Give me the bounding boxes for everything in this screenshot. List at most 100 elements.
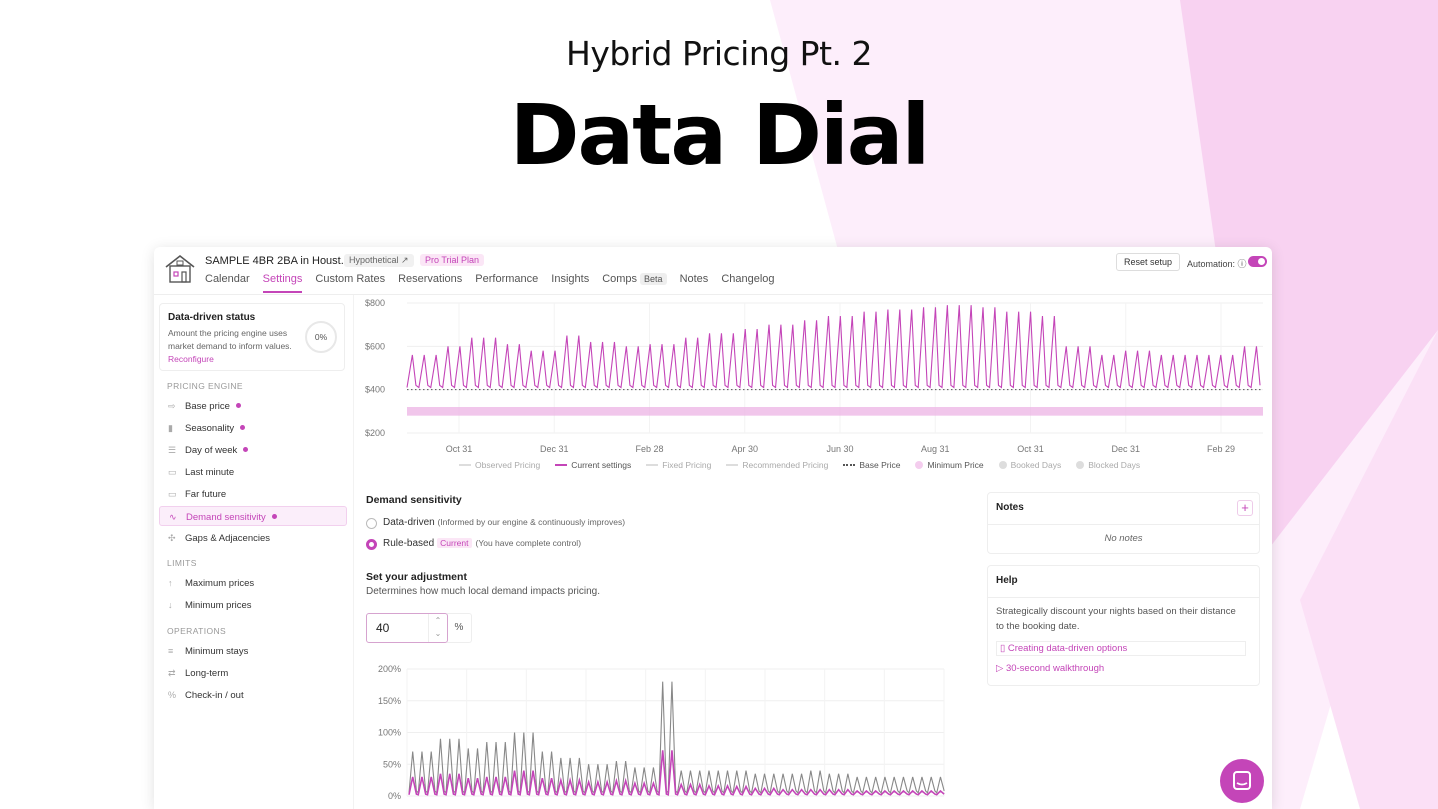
x-tick-label: Feb 29 — [1207, 444, 1235, 454]
data-dial: 0% — [305, 321, 337, 353]
data-driven-option[interactable]: Data-driven (Informed by our engine & co… — [383, 517, 625, 528]
tab-changelog[interactable]: Changelog — [721, 273, 774, 293]
legend-item-minimum-price[interactable]: Minimum Price — [915, 460, 984, 470]
minimum-price-band — [407, 407, 1263, 416]
sidebar-item-gaps-adjacencies[interactable]: ✣ Gaps & Adjacencies — [159, 528, 347, 548]
legend-item-recommended-pricing[interactable]: Recommended Pricing — [726, 460, 828, 470]
sidebar-item-label: Last minute — [185, 467, 235, 478]
reset-setup-button[interactable]: Reset setup — [1116, 253, 1181, 271]
tab-calendar[interactable]: Calendar — [205, 273, 250, 293]
arrow-down-icon: ↓ — [168, 600, 173, 610]
sidebar-item-minimum-stays[interactable]: ≡ Minimum stays — [159, 641, 347, 661]
legend-item-fixed-pricing[interactable]: Fixed Pricing — [646, 460, 711, 470]
y-tick-label: 150% — [378, 696, 401, 706]
x-tick-label: Dec 31 — [1111, 444, 1140, 454]
sidebar-item-long-term[interactable]: ⇄ Long-term — [159, 663, 347, 683]
main-tabs: Calendar Settings Custom Rates Reservati… — [205, 273, 788, 293]
rule-based-option[interactable]: Rule-based Current (You have complete cont… — [383, 538, 581, 549]
x-tick-label: Dec 31 — [540, 444, 569, 454]
sidebar-item-label: Demand sensitivity — [186, 512, 277, 523]
sidebar-item-label: Minimum stays — [185, 646, 249, 657]
play-icon: ▷ — [996, 663, 1004, 674]
chevron-up-icon[interactable]: ⌃ — [429, 614, 447, 627]
legend-swatch — [998, 461, 1007, 469]
sidebar-item-far-future[interactable]: ▭ Far future — [159, 484, 347, 504]
y-tick-label: 100% — [378, 728, 401, 738]
x-tick-label: Apr 30 — [731, 444, 758, 454]
y-tick-label: 200% — [378, 664, 401, 674]
rule-based-radio[interactable] — [366, 539, 377, 550]
legend-label: Minimum Price — [927, 460, 984, 470]
sidebar-item-maximum-prices[interactable]: ↑ Maximum prices — [159, 573, 347, 593]
sidebar-item-day-of-week[interactable]: ☰ Day of week — [159, 440, 347, 460]
app-window: SAMPLE 4BR 2BA in Houst... Hypothetical … — [154, 247, 1272, 809]
percent-icon: % — [168, 690, 177, 700]
tab-reservations[interactable]: Reservations — [398, 273, 462, 293]
y-tick-label: 50% — [383, 759, 401, 769]
demand-chart: 200% 150% 100% 50% 0% — [378, 664, 945, 801]
help-link-data-driven[interactable]: ▯ Creating data-driven options — [996, 641, 1246, 656]
automation-toggle[interactable] — [1248, 256, 1267, 267]
chevron-down-icon[interactable]: ⌄ — [429, 627, 447, 640]
legend-swatch — [646, 464, 659, 466]
reconfigure-link[interactable]: Reconfigure — [168, 354, 214, 364]
sidebar-item-check-in-out[interactable]: % Check-in / out — [159, 685, 347, 705]
hero-title: Data Dial — [509, 86, 931, 184]
pricing-chart-legend: Observed Pricing Current settings Fixed Pr… — [459, 460, 1155, 470]
sidebar-item-last-minute[interactable]: ▭ Last minute — [159, 462, 347, 482]
automation-label: Automation: ⓘ — [1187, 259, 1247, 269]
sidebar-item-label: Check-in / out — [185, 690, 244, 701]
add-note-button[interactable]: + — [1237, 500, 1253, 516]
x-tick-label: Jun 30 — [826, 444, 853, 454]
no-notes-text: No notes — [1104, 533, 1143, 544]
y-tick-label: $200 — [365, 428, 385, 438]
tab-performance[interactable]: Performance — [475, 273, 538, 293]
sidebar-item-demand-sensitivity[interactable]: ∿ Demand sensitivity — [159, 506, 347, 526]
sidebar-item-seasonality[interactable]: ▮ Seasonality — [159, 418, 347, 438]
tab-custom-rates[interactable]: Custom Rates — [315, 273, 385, 293]
legend-swatch — [459, 464, 471, 466]
x-tick-label: Oct 31 — [446, 444, 473, 454]
legend-item-base-price[interactable]: Base Price — [843, 460, 900, 470]
info-icon[interactable]: ⓘ — [1238, 259, 1247, 269]
sidebar-item-base-price[interactable]: ⇨ Base price — [159, 396, 347, 416]
legend-swatch — [726, 464, 739, 466]
tab-comps[interactable]: Comps Beta — [602, 273, 667, 293]
data-driven-radio[interactable] — [366, 518, 377, 529]
hypothetical-badge[interactable]: Hypothetical ↗ — [344, 254, 414, 267]
settings-sidebar: Data-driven status Amount the pricing en… — [154, 295, 354, 809]
y-tick-label: $400 — [365, 385, 385, 395]
legend-item-booked-days[interactable]: Booked Days — [998, 460, 1061, 470]
arrow-up-icon: ↑ — [168, 578, 173, 588]
gaps-icon: ✣ — [168, 533, 176, 543]
legend-item-blocked-days[interactable]: Blocked Days — [1076, 460, 1140, 470]
legend-label: Fixed Pricing — [662, 460, 712, 470]
sidebar-item-minimum-prices[interactable]: ↓ Minimum prices — [159, 595, 347, 615]
adjustment-stepper[interactable]: ⌃ ⌄ — [428, 614, 447, 642]
divider — [988, 597, 1259, 598]
configured-dot — [243, 447, 249, 452]
x-tick-label: Oct 31 — [1017, 444, 1044, 454]
help-title: Help — [996, 575, 1018, 586]
legend-item-observed-pricing[interactable]: Observed Pricing — [459, 460, 540, 470]
current-badge: Current — [437, 538, 472, 548]
tab-notes[interactable]: Notes — [680, 273, 709, 293]
help-link-walkthrough[interactable]: ▷ 30-second walkthrough — [996, 663, 1104, 674]
legend-label: Current settings — [571, 460, 632, 470]
app-header: SAMPLE 4BR 2BA in Houst... Hypothetical … — [154, 247, 1272, 295]
adjustment-title: Set your adjustment — [366, 571, 467, 583]
demand-sensitivity-title: Demand sensitivity — [366, 494, 462, 506]
sidebar-item-label: Far future — [185, 489, 227, 500]
tab-insights[interactable]: Insights — [551, 273, 589, 293]
legend-label: Observed Pricing — [475, 460, 541, 470]
y-tick-label: $600 — [365, 341, 385, 351]
long-term-icon: ⇄ — [168, 668, 176, 678]
legend-item-current-settings[interactable]: Current settings — [555, 460, 631, 470]
pricing-chart: $800 $600 $400 $200 Oct 31 Dec 31 Feb 28 Apr 30… — [365, 298, 1263, 454]
property-title[interactable]: SAMPLE 4BR 2BA in Houst... — [205, 255, 350, 267]
tab-settings[interactable]: Settings — [262, 273, 303, 293]
chat-button[interactable] — [1220, 759, 1264, 803]
section-pricing-engine: PRICING ENGINE — [167, 381, 243, 391]
plan-badge[interactable]: Pro Trial Plan — [420, 254, 485, 266]
adjustment-description: Determines how much local demand impacts… — [366, 586, 600, 597]
